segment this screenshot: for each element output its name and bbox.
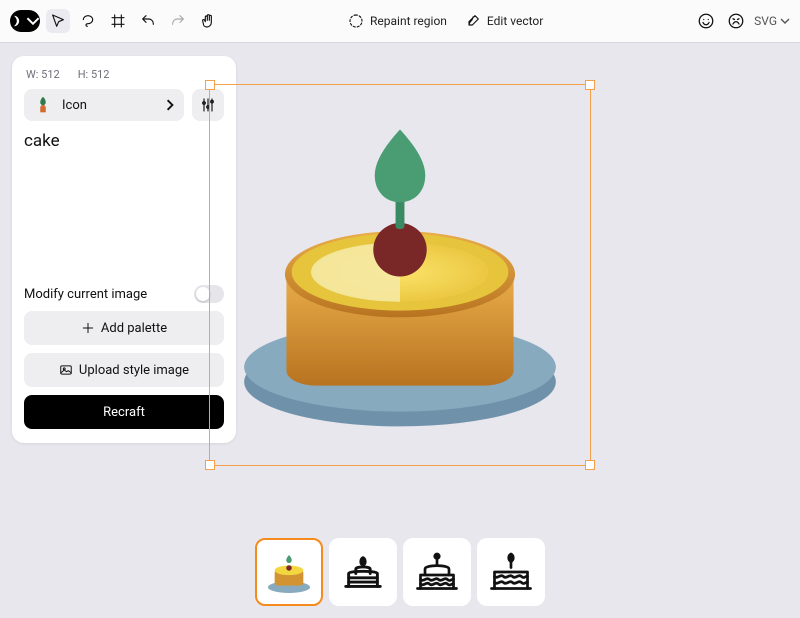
smile-icon [697, 12, 715, 30]
prompt-input[interactable]: cake [24, 131, 224, 271]
artwork-preview [210, 85, 590, 465]
chevron-right-icon [164, 99, 176, 111]
undo-button[interactable] [136, 9, 160, 33]
top-toolbar: Repaint region Edit vector SVG [0, 0, 800, 43]
style-picker[interactable]: Icon [24, 89, 184, 121]
export-format-button[interactable]: SVG [754, 14, 790, 28]
edit-vector-label: Edit vector [487, 14, 543, 28]
generate-button[interactable]: Recraft [24, 395, 224, 429]
top-center-actions: Repaint region Edit vector [348, 13, 543, 29]
add-palette-label: Add palette [101, 321, 167, 336]
lasso-icon [80, 13, 96, 29]
select-tool[interactable] [46, 9, 70, 33]
variant-thumb-1[interactable] [255, 538, 323, 606]
canvas[interactable] [209, 84, 591, 466]
modify-image-label: Modify current image [24, 287, 147, 302]
generate-label: Recraft [103, 405, 145, 420]
variant-thumb-2[interactable] [329, 538, 397, 606]
height-readout: H: 512 [78, 68, 110, 81]
dislike-button[interactable] [724, 9, 748, 33]
add-palette-button[interactable]: Add palette [24, 311, 224, 345]
variant-preview-icon [262, 545, 316, 599]
generation-panel: W: 512 H: 512 Icon cake Modify current i… [12, 56, 236, 443]
repaint-icon [348, 13, 364, 29]
variant-thumb-4[interactable] [477, 538, 545, 606]
frown-icon [727, 12, 745, 30]
cursor-icon [50, 13, 66, 29]
upload-style-button[interactable]: Upload style image [24, 353, 224, 387]
lasso-tool[interactable] [76, 9, 100, 33]
edit-vector-button[interactable]: Edit vector [465, 13, 543, 29]
redo-icon [170, 13, 186, 29]
variant-thumb-3[interactable] [403, 538, 471, 606]
style-label: Icon [62, 98, 87, 113]
style-thumbnail [32, 94, 54, 116]
plus-icon [81, 321, 95, 335]
app-logo-icon [11, 14, 25, 28]
chevron-down-icon [26, 14, 40, 28]
width-readout: W: 512 [26, 68, 60, 81]
top-right-actions: SVG [694, 9, 790, 33]
tool-group-left [10, 9, 220, 33]
hand-icon [200, 13, 216, 29]
undo-icon [140, 13, 156, 29]
cake-outline-icon [413, 548, 461, 596]
upload-style-label: Upload style image [79, 363, 189, 378]
pan-tool[interactable] [196, 9, 220, 33]
style-row: Icon [24, 89, 224, 121]
repaint-label: Repaint region [370, 14, 447, 28]
modify-image-row: Modify current image [24, 285, 224, 303]
repaint-region-button[interactable]: Repaint region [348, 13, 447, 29]
edit-vector-icon [465, 13, 481, 29]
app-menu-button[interactable] [10, 10, 40, 32]
cake-outline-icon [487, 548, 535, 596]
like-button[interactable] [694, 9, 718, 33]
cake-outline-icon [340, 549, 386, 595]
dimensions-readout: W: 512 H: 512 [24, 66, 224, 89]
variant-strip [255, 538, 545, 606]
frame-icon [110, 13, 126, 29]
chevron-down-icon [780, 16, 790, 26]
image-icon [59, 363, 73, 377]
frame-tool[interactable] [106, 9, 130, 33]
format-label: SVG [754, 14, 777, 28]
redo-button[interactable] [166, 9, 190, 33]
selection-box[interactable] [209, 84, 591, 466]
